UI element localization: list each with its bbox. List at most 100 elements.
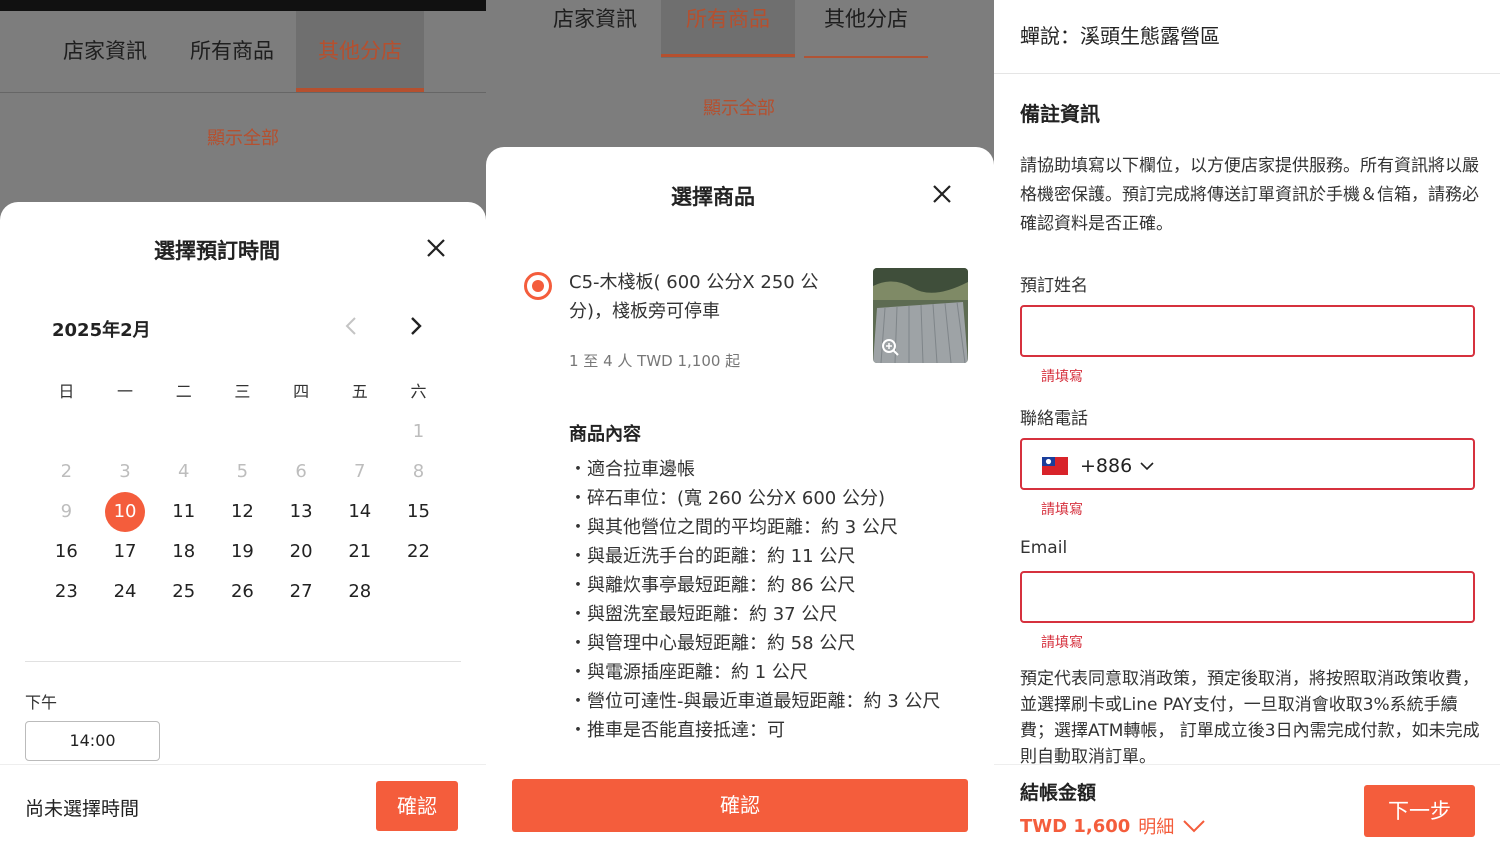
calendar-day[interactable]: 28 — [330, 572, 389, 612]
calendar-day: 4 — [154, 452, 213, 492]
calendar-day[interactable]: 17 — [96, 532, 155, 572]
select-product-panel: 店家資訊 所有商品 其他分店 顯示全部 選擇商品 C5-木棧板( 600 公分X… — [486, 0, 994, 844]
calendar-day[interactable]: 14 — [330, 492, 389, 532]
product-photo[interactable] — [873, 268, 968, 363]
feature-item: ・碎石車位：(寬 260 公分X 600 公分) — [569, 488, 885, 509]
calendar-day[interactable]: 26 — [213, 572, 272, 612]
detail-link[interactable]: 明細 — [1138, 813, 1174, 839]
product-radio-selected[interactable] — [524, 272, 552, 300]
tab-other-branches[interactable]: 其他分店 — [296, 11, 424, 91]
show-all-link[interactable]: 顯示全部 — [160, 124, 326, 150]
close-icon[interactable] — [425, 237, 447, 259]
feature-item: ・推車是否能直接抵達：可 — [569, 720, 785, 741]
confirm-button[interactable]: 確認 — [512, 779, 968, 832]
calendar-day[interactable]: 20 — [272, 532, 331, 572]
day-number: 28 — [348, 581, 372, 602]
calendar-day[interactable]: 12 — [213, 492, 272, 532]
tab-all-products[interactable]: 所有商品 — [661, 0, 795, 58]
calendar-day[interactable]: 23 — [37, 572, 96, 612]
period-label: 下午 — [25, 693, 58, 712]
calendar-day[interactable]: 13 — [272, 492, 331, 532]
weekday-label: 一 — [117, 382, 134, 401]
calendar-day: 3 — [96, 452, 155, 492]
product-content-title: 商品內容 — [569, 424, 641, 445]
name-field[interactable] — [1020, 305, 1475, 357]
weekday-label: 二 — [175, 382, 192, 401]
tab-store-info[interactable]: 店家資訊 — [52, 11, 158, 91]
chevron-left-icon[interactable] — [340, 314, 362, 338]
show-all-link[interactable]: 顯示全部 — [656, 94, 822, 120]
close-icon[interactable] — [931, 183, 953, 205]
feature-item: ・與其他營位之間的平均距離：約 3 公尺 — [569, 517, 898, 538]
calendar-day[interactable]: 27 — [272, 572, 331, 612]
calendar-day[interactable]: 18 — [154, 532, 213, 572]
day-number: 27 — [289, 581, 313, 602]
calendar-empty-cell — [330, 412, 389, 452]
calendar-day: 6 — [272, 452, 331, 492]
notes-description: 請協助填寫以下欄位，以方便店家提供服務。所有資訊將以嚴格機密保護。預訂完成將傳送… — [1020, 156, 1479, 234]
day-number: 26 — [230, 581, 254, 602]
calendar-day[interactable]: 21 — [330, 532, 389, 572]
notes-section-title: 備註資訊 — [1020, 102, 1100, 126]
day-number: 22 — [407, 541, 430, 562]
calendar-day[interactable]: 16 — [37, 532, 96, 572]
calendar-week: 9 10 11 12 13 14 15 — [37, 492, 448, 532]
phone-error: 請填寫 — [1041, 502, 1083, 518]
calendar-day: 8 — [389, 452, 448, 492]
tab-all-products[interactable]: 所有商品 — [178, 11, 286, 91]
calendar-day-selected[interactable]: 10 — [96, 492, 155, 532]
phone-field[interactable]: +886 — [1020, 438, 1475, 490]
calendar-grid: 日一二三四五六 1 2 3 4 5 6 7 8 9 10 11 12 13 14 15 16 17 18 19 20 2… — [37, 372, 448, 612]
day-number: 11 — [172, 501, 196, 522]
feature-item: ・營位可達性-與最近車道最短距離：約 3 公尺 — [569, 691, 941, 712]
calendar-empty-cell — [154, 412, 213, 452]
product-meta: 1 至 4 人 TWD 1,100 起 — [569, 352, 741, 370]
weekday-label: 三 — [234, 382, 251, 401]
time-slot-chip[interactable]: 14:00 — [25, 721, 160, 761]
weekday-label: 四 — [293, 382, 310, 401]
calendar-day[interactable]: 15 — [389, 492, 448, 532]
day-number: 14 — [348, 501, 372, 522]
country-code-select[interactable]: +886 — [1042, 455, 1154, 477]
calendar-day[interactable]: 25 — [154, 572, 213, 612]
chevron-down-icon — [1140, 462, 1154, 471]
feature-item: ・與最近洗手台的距離：約 11 公尺 — [569, 546, 856, 567]
calendar-day[interactable]: 22 — [389, 532, 448, 572]
chevron-right-icon[interactable] — [405, 314, 427, 338]
next-step-button[interactable]: 下一步 — [1364, 785, 1475, 837]
tab-store-info[interactable]: 店家資訊 — [541, 0, 649, 58]
calendar-day[interactable]: 19 — [213, 532, 272, 572]
tab-indicator — [804, 56, 928, 58]
feature-item: ・適合拉車邊帳 — [569, 459, 695, 480]
phone-label: 聯絡電話 — [1020, 409, 1088, 429]
confirm-button[interactable]: 確認 — [376, 781, 458, 831]
calendar-week: 2 3 4 5 6 7 8 — [37, 452, 448, 492]
divider — [25, 661, 461, 662]
page-title: 蟬說：溪頭生態露營區 — [1020, 24, 1220, 48]
chevron-down-icon[interactable] — [1182, 819, 1206, 833]
sheet-title: 選擇預訂時間 — [154, 239, 280, 263]
email-field[interactable] — [1020, 571, 1475, 623]
store-tabs: 店家資訊 所有商品 其他分店 — [486, 0, 994, 60]
store-tabs: 店家資訊 所有商品 其他分店 — [0, 11, 486, 93]
day-number: 17 — [113, 541, 137, 562]
email-label: Email — [1020, 538, 1068, 558]
booking-form-panel: 蟬說：溪頭生態露營區 備註資訊 請協助填寫以下欄位，以方便店家提供服務。所有資訊… — [994, 0, 1500, 844]
total-amount[interactable]: TWD 1,600 明細 — [1020, 813, 1206, 839]
total-label: 結帳金額 — [1020, 782, 1097, 804]
day-number: 3 — [119, 461, 131, 482]
email-error: 請填寫 — [1041, 635, 1083, 651]
calendar-empty-cell — [37, 412, 96, 452]
day-number: 10 — [105, 492, 146, 532]
tab-other-branches[interactable]: 其他分店 — [804, 0, 928, 58]
day-number: 23 — [54, 581, 78, 602]
calendar-day[interactable]: 11 — [154, 492, 213, 532]
day-number: 6 — [295, 461, 307, 482]
calendar-day[interactable]: 24 — [96, 572, 155, 612]
cancellation-policy: 預定代表同意取消政策，預定後取消，將按照取消政策收費，並選擇刷卡或Line PA… — [1020, 669, 1480, 766]
calendar-day: 5 — [213, 452, 272, 492]
feature-item: ・與離炊事亭最短距離：約 86 公尺 — [569, 575, 856, 596]
calendar-week: 16 17 18 19 20 21 22 — [37, 532, 448, 572]
feature-list: ・適合拉車邊帳・碎石車位：(寬 260 公分X 600 公分) ・與其他營位之間的… — [569, 455, 969, 745]
day-number: 24 — [113, 581, 137, 602]
